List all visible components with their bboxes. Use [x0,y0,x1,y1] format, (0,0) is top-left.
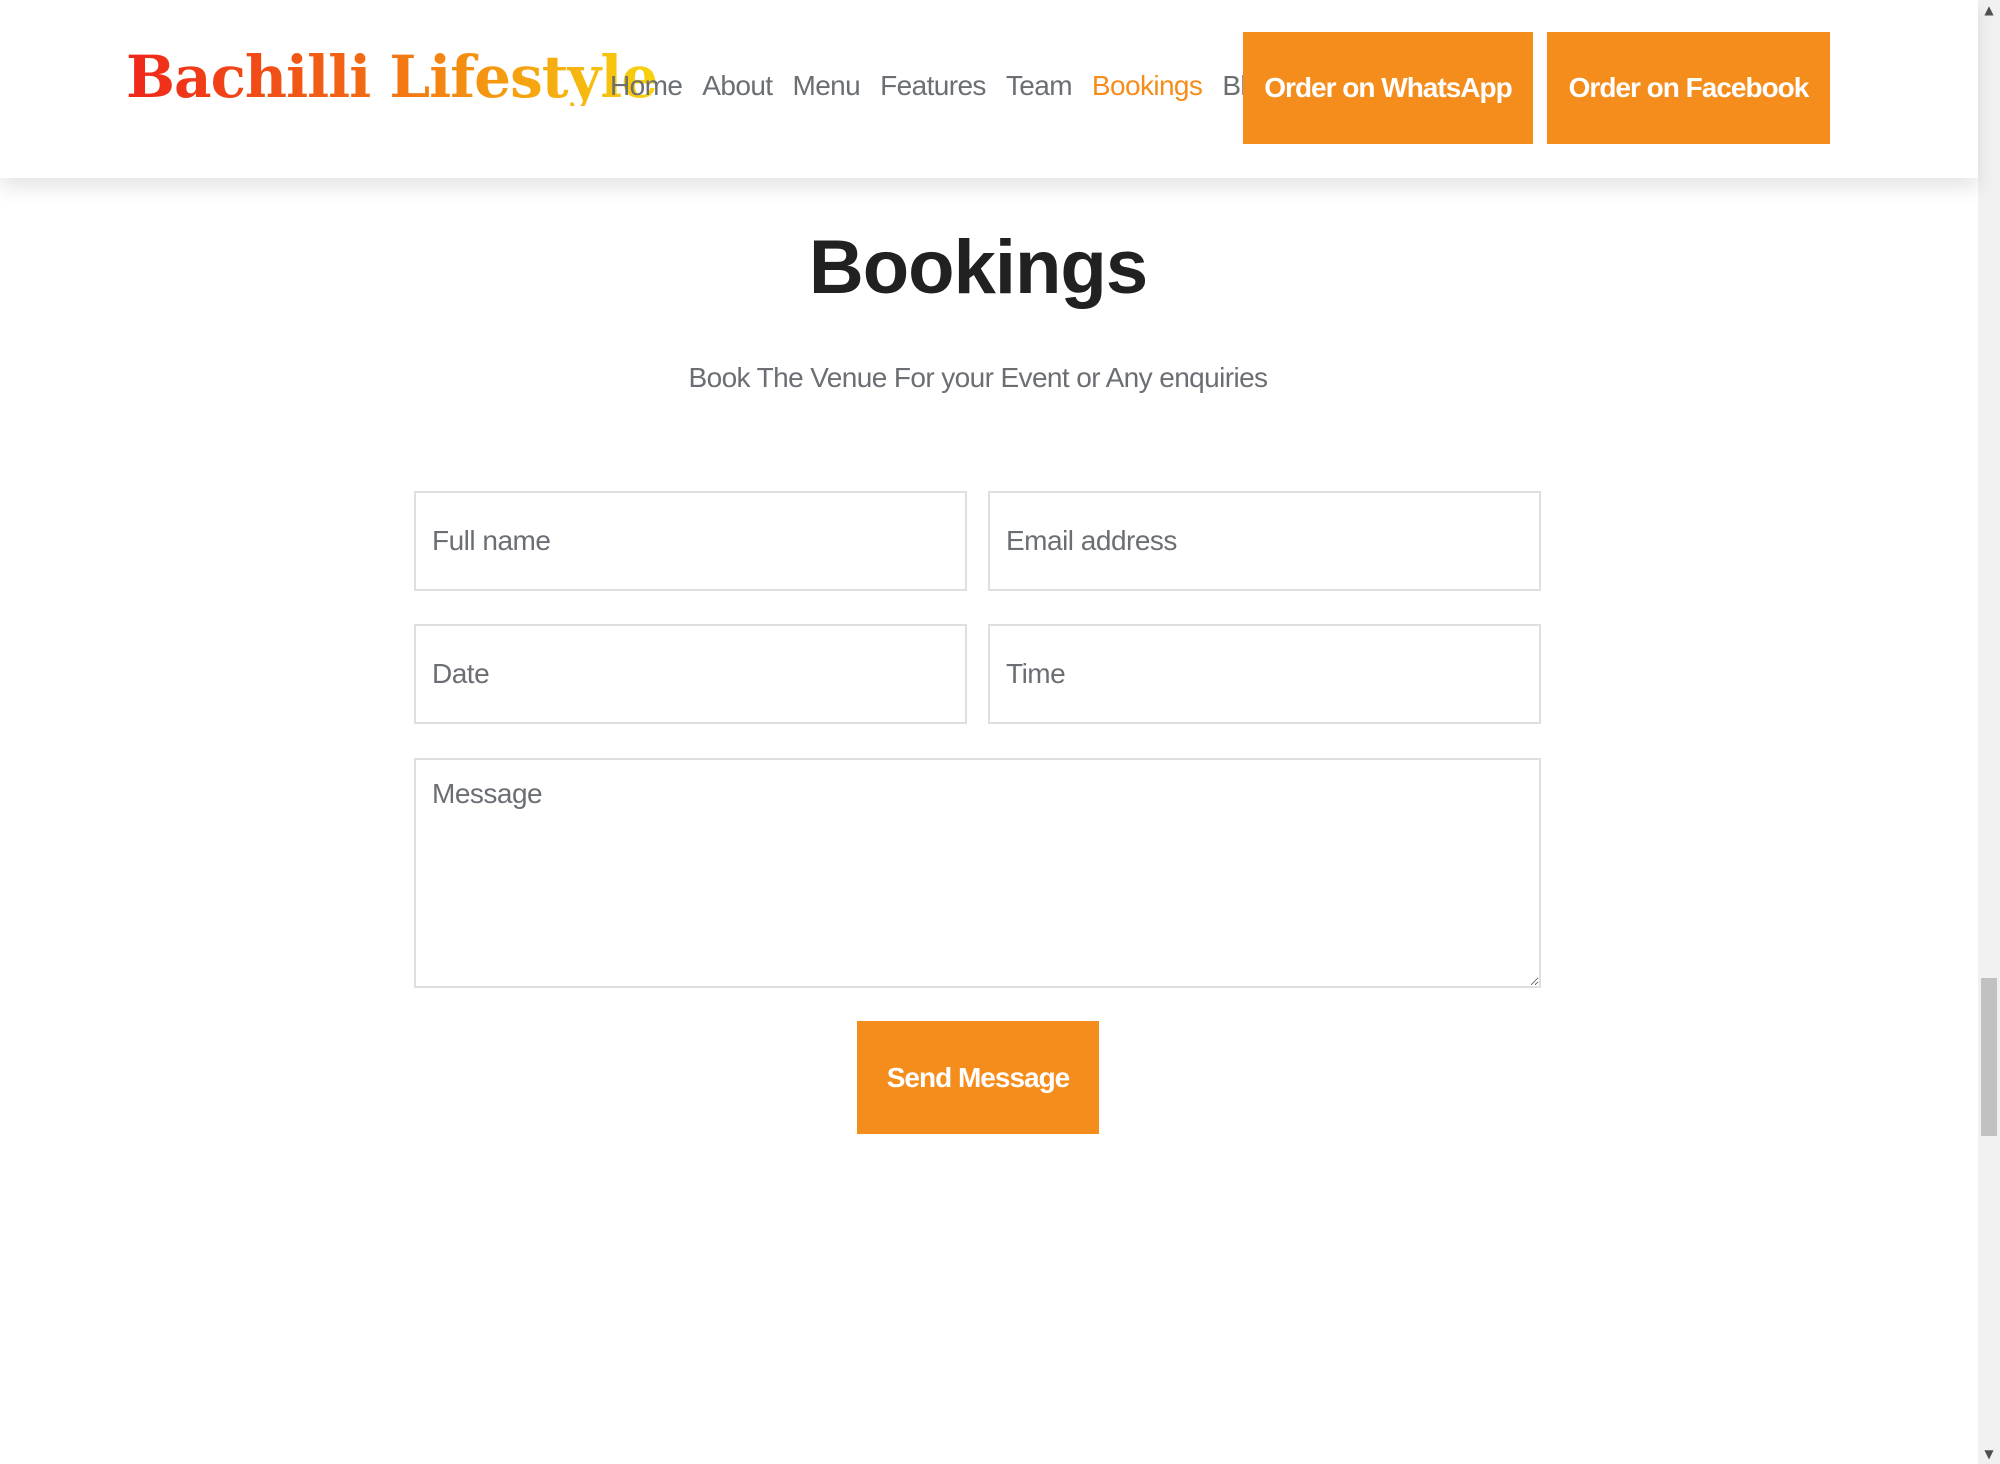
section-title: Bookings [808,225,1148,310]
site-header: Bachilli Lifestyle Home About Menu Featu… [0,0,1978,178]
order-whatsapp-button[interactable]: Order on WhatsApp [1243,32,1533,144]
nav-link-bookings[interactable]: Bookings [1092,70,1203,102]
page-scrollbar[interactable]: ▲ ▼ [1978,0,2000,1464]
date-input[interactable] [414,624,967,724]
nav-link-about[interactable]: About [702,70,773,102]
nav-link-features[interactable]: Features [880,70,986,102]
site-logo[interactable]: Bachilli Lifestyle [126,48,658,106]
scrollbar-thumb[interactable] [1981,978,1997,1136]
message-textarea[interactable] [414,758,1541,988]
page: Bachilli Lifestyle Home About Menu Featu… [0,0,2000,1464]
nav-link-home[interactable]: Home [610,70,683,102]
order-facebook-button[interactable]: Order on Facebook [1547,32,1830,144]
nav-link-menu[interactable]: Menu [792,70,860,102]
section-subtitle: Book The Venue For your Event or Any enq… [688,362,1269,393]
email-input[interactable] [988,491,1541,591]
send-message-button[interactable]: Send Message [857,1021,1099,1134]
triangle-down-icon[interactable]: ▼ [1978,1444,2000,1464]
time-input[interactable] [988,624,1541,724]
full-name-input[interactable] [414,491,967,591]
main-nav: Home About Menu Features Team Bookings B… [610,70,1277,102]
nav-link-team[interactable]: Team [1006,70,1073,102]
triangle-up-icon[interactable]: ▲ [1978,0,2000,20]
